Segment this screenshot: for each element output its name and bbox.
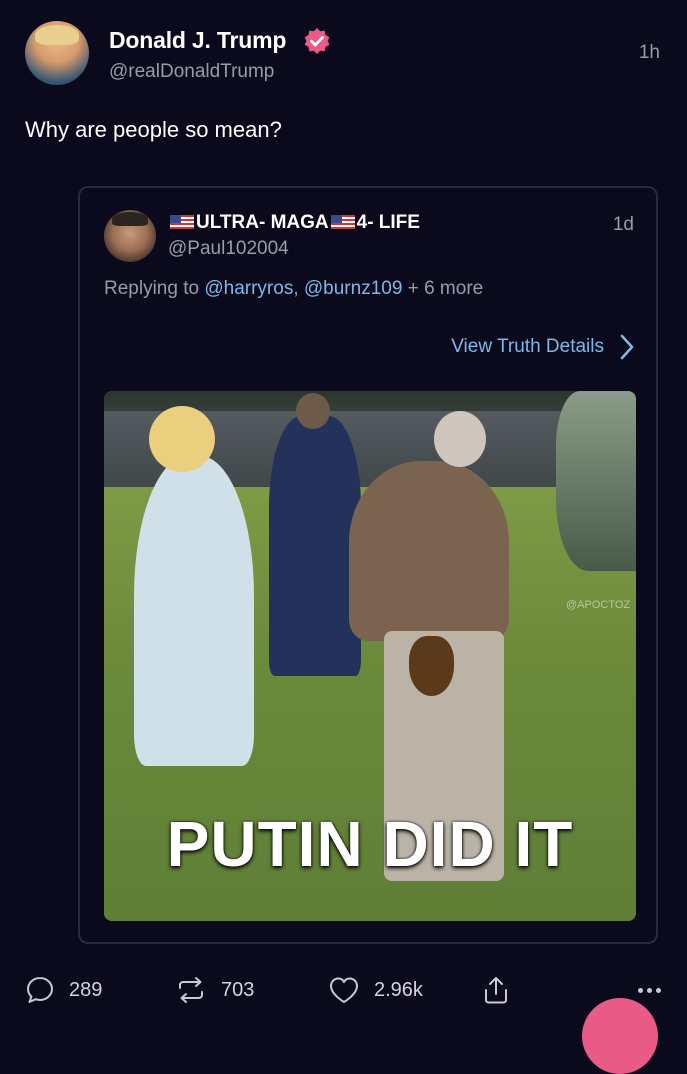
like-button[interactable]: 2.96k: [328, 975, 423, 1005]
media-stain: [409, 636, 454, 696]
more-options-icon[interactable]: [638, 988, 661, 993]
quoted-author-name-part2: 4- LIFE: [356, 212, 420, 233]
retruth-icon: [179, 977, 203, 1003]
reply-icon: [27, 977, 53, 1003]
author-avatar[interactable]: [25, 21, 89, 85]
quoted-author-name[interactable]: ULTRA- MAGA 4- LIFE: [168, 212, 420, 234]
reply-button[interactable]: 289: [25, 975, 102, 1005]
us-flag-icon: [170, 215, 194, 229]
quoted-author-avatar[interactable]: [104, 210, 156, 262]
share-icon: [485, 977, 507, 1004]
quoted-author-name-part1: ULTRA- MAGA: [196, 212, 329, 233]
media-figure-dress: [134, 456, 254, 766]
media-figure-dress-head: [149, 406, 215, 472]
chevron-right-icon[interactable]: [620, 334, 634, 360]
mention-separator: ,: [293, 278, 304, 299]
post-timestamp: 1h: [638, 42, 660, 63]
media-figure-suit: [269, 416, 361, 676]
reply-count: 289: [69, 978, 103, 1001]
media-figure-suit-head: [296, 393, 330, 429]
meme-caption: PUTIN DID IT: [166, 808, 574, 880]
like-count: 2.96k: [374, 978, 423, 1001]
view-truth-details-link[interactable]: View Truth Details: [451, 336, 604, 358]
more-mentions[interactable]: + 6 more: [402, 278, 484, 299]
author-name[interactable]: Donald J. Trump: [109, 27, 286, 54]
mention-link[interactable]: @harryros: [204, 278, 293, 299]
compose-button[interactable]: [582, 998, 658, 1074]
us-flag-icon: [330, 215, 355, 229]
verified-badge-icon: [304, 28, 330, 54]
media-watermark: @APOCTOZ: [566, 599, 631, 611]
replying-prefix: Replying to: [104, 278, 205, 299]
action-bar: 289 703 2.96k: [0, 960, 687, 1024]
replying-to-line: Replying to @harryros, @burnz109 + 6 mor…: [104, 278, 483, 300]
quoted-post[interactable]: ULTRA- MAGA 4- LIFE @Paul102004 1d Replyi…: [78, 186, 658, 944]
heart-icon: [330, 977, 358, 1003]
post-media-image[interactable]: @APOCTOZ PUTIN DID IT: [104, 391, 636, 921]
quoted-post-timestamp: 1d: [612, 214, 634, 235]
retruth-count: 703: [221, 978, 255, 1001]
media-figure-sweater: [349, 461, 509, 641]
post-text: Why are people so mean?: [25, 117, 282, 142]
mention-link[interactable]: @burnz109: [304, 278, 403, 299]
media-figure-head: [434, 411, 486, 467]
share-button[interactable]: [482, 975, 524, 1005]
quoted-author-handle[interactable]: @Paul102004: [168, 238, 289, 260]
author-handle[interactable]: @realDonaldTrump: [109, 61, 274, 83]
retruth-button[interactable]: 703: [175, 975, 254, 1005]
media-helicopter: [556, 391, 636, 571]
